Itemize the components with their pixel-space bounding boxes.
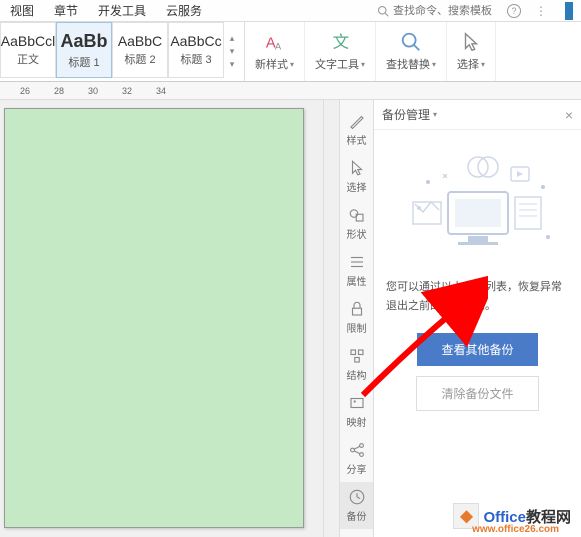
text-tool-icon: 文 <box>329 31 351 53</box>
menu-cloud[interactable]: 云服务 <box>156 0 212 21</box>
ruler-mark: 30 <box>88 86 98 96</box>
menubar: 视图 章节 开发工具 云服务 ? ⋮ <box>0 0 581 22</box>
menu-view[interactable]: 视图 <box>0 0 44 21</box>
sidebar-item-property[interactable]: 属性 <box>340 247 373 294</box>
sidebar-label: 形状 <box>347 226 367 241</box>
sidebar-item-share[interactable]: 分享 <box>340 435 373 482</box>
style-label: 标题 3 <box>180 51 211 67</box>
structure-icon <box>348 347 366 365</box>
panel-header: 备份管理 ▾ × <box>374 100 581 130</box>
sidebar-label: 备份 <box>347 508 367 523</box>
menu-chapter[interactable]: 章节 <box>44 0 88 21</box>
backup-illustration <box>393 152 563 262</box>
ruler-mark: 32 <box>122 86 132 96</box>
history-icon <box>348 488 366 506</box>
chevron-up-icon: ▴ <box>226 33 238 44</box>
clear-backup-button[interactable]: 清除备份文件 <box>416 376 538 411</box>
ribbon-label-text: 文字工具 <box>315 56 359 72</box>
collapse-tab[interactable] <box>565 2 573 20</box>
watermark-url: www.office26.com <box>472 524 559 535</box>
new-style-icon: AA <box>264 31 286 53</box>
panel-description: 您可以通过以上文件列表，恢复异常退出之前的工作状态。 <box>386 278 569 315</box>
style-normal[interactable]: AaBbCcl 正文 <box>0 22 56 78</box>
shape-icon <box>348 206 366 224</box>
style-preview: AaBb <box>60 31 107 52</box>
style-preview: AaBbCc <box>170 33 221 49</box>
help-icon[interactable]: ? <box>507 4 521 18</box>
sidebar-label: 选择 <box>347 179 367 194</box>
svg-text:A: A <box>275 41 282 51</box>
search-area: ? ⋮ <box>377 2 581 20</box>
new-style-button[interactable]: AA 新样式▾ <box>245 22 305 81</box>
style-gallery-more[interactable]: ▴ ▾ ▾ <box>224 22 240 81</box>
sidebar-label: 映射 <box>347 414 367 429</box>
svg-text:文: 文 <box>333 33 350 52</box>
chevron-down-icon: ▾ <box>481 60 485 69</box>
find-icon <box>400 31 422 53</box>
side-toolbar: 样式 选择 形状 属性 限制 结构 映射 分享 <box>339 100 373 537</box>
sidebar-item-backup[interactable]: 备份 <box>340 482 373 529</box>
style-gallery: AaBbCcl 正文 AaBb 标题 1 AaBbC 标题 2 AaBbCc 标… <box>0 22 245 81</box>
sidebar-item-select[interactable]: 选择 <box>340 153 373 200</box>
chevron-down-icon: ▾ <box>290 60 294 69</box>
menu-more-icon[interactable]: ⋮ <box>525 2 557 20</box>
ribbon-label-text: 新样式 <box>255 56 288 72</box>
sidebar-item-mapping[interactable]: 映射 <box>340 388 373 435</box>
sidebar-item-structure[interactable]: 结构 <box>340 341 373 388</box>
cursor-icon <box>460 31 482 53</box>
sidebar-item-restrict[interactable]: 限制 <box>340 294 373 341</box>
find-replace-button[interactable]: 查找替换▾ <box>376 22 447 81</box>
backup-panel: 备份管理 ▾ × <box>373 100 581 537</box>
panel-title-text: 备份管理 <box>382 106 430 123</box>
search-input[interactable] <box>393 5 503 17</box>
watermark: ◆ Office教程网 www.office26.com <box>453 503 571 529</box>
sidebar-label: 属性 <box>347 273 367 288</box>
sidebar-label: 分享 <box>347 461 367 476</box>
style-label: 正文 <box>17 51 39 67</box>
close-icon[interactable]: × <box>565 107 573 123</box>
brush-icon <box>348 112 366 130</box>
document-area[interactable] <box>0 100 323 537</box>
sidebar-label: 结构 <box>347 367 367 382</box>
ribbon-label-text: 查找替换 <box>386 56 430 72</box>
vertical-scrollbar[interactable] <box>323 100 339 537</box>
style-heading1[interactable]: AaBb 标题 1 <box>56 22 112 78</box>
ruler-mark: 28 <box>54 86 64 96</box>
document-page[interactable] <box>4 108 304 528</box>
sidebar-item-style[interactable]: 样式 <box>340 106 373 153</box>
share-icon <box>348 441 366 459</box>
list-icon <box>348 253 366 271</box>
lock-icon <box>348 300 366 318</box>
watermark-brand: Office <box>483 509 526 526</box>
workspace: 样式 选择 形状 属性 限制 结构 映射 分享 <box>0 100 581 537</box>
ruler[interactable]: 26 28 30 32 34 <box>0 82 581 100</box>
chevron-down-icon[interactable]: ▾ <box>433 110 437 119</box>
watermark-brand: 教程网 <box>526 509 571 526</box>
select-button[interactable]: 选择▾ <box>447 22 496 81</box>
cursor-icon <box>348 159 366 177</box>
panel-body: 您可以通过以上文件列表，恢复异常退出之前的工作状态。 查看其他备份 清除备份文件 <box>374 130 581 537</box>
search-icon <box>377 5 389 17</box>
style-heading3[interactable]: AaBbCc 标题 3 <box>168 22 224 78</box>
view-backup-button[interactable]: 查看其他备份 <box>417 333 537 366</box>
chevron-down-icon: ▾ <box>361 60 365 69</box>
chevron-down-icon: ▾ <box>432 60 436 69</box>
expand-icon: ▾ <box>226 59 238 70</box>
sidebar-label: 样式 <box>347 132 367 147</box>
ribbon: AaBbCcl 正文 AaBb 标题 1 AaBbC 标题 2 AaBbCc 标… <box>0 22 581 82</box>
ruler-mark: 34 <box>156 86 166 96</box>
text-tool-button[interactable]: 文 文字工具▾ <box>305 22 376 81</box>
style-heading2[interactable]: AaBbC 标题 2 <box>112 22 168 78</box>
ruler-mark: 26 <box>20 86 30 96</box>
style-preview: AaBbCcl <box>1 33 55 49</box>
mapping-icon <box>348 394 366 412</box>
sidebar-label: 限制 <box>347 320 367 335</box>
ribbon-label-text: 选择 <box>457 56 479 72</box>
sidebar-item-shape[interactable]: 形状 <box>340 200 373 247</box>
style-label: 标题 2 <box>124 51 155 67</box>
menu-devtools[interactable]: 开发工具 <box>88 0 156 21</box>
style-label: 标题 1 <box>68 54 99 70</box>
style-preview: AaBbC <box>118 33 162 49</box>
chevron-down-icon: ▾ <box>226 46 238 57</box>
